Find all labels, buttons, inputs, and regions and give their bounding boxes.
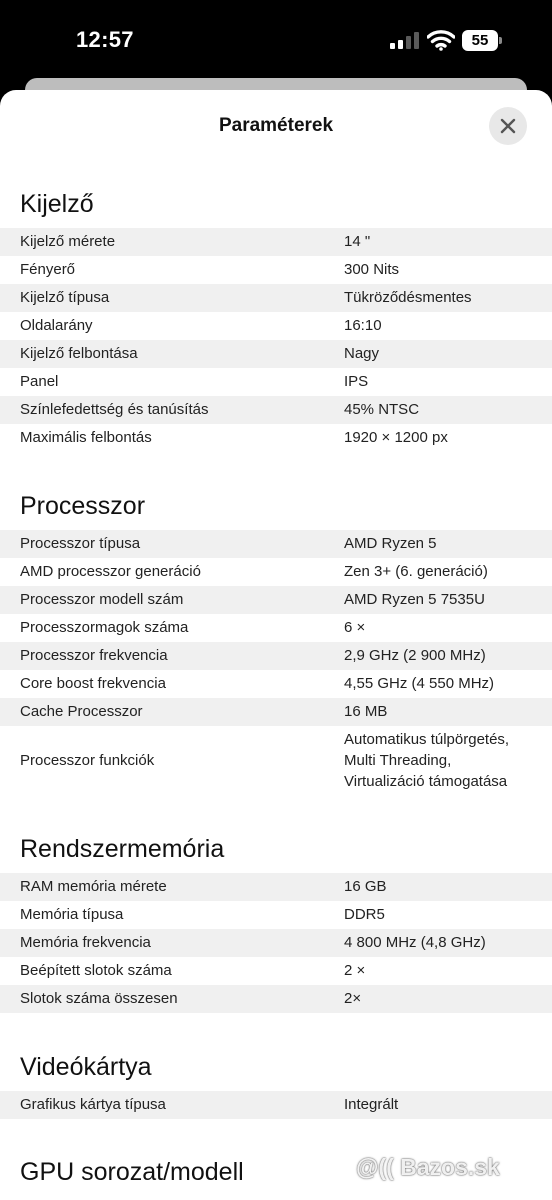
row-value: Integrált (344, 1096, 399, 1113)
table-row: Processzor frekvencia 2,9 GHz (2 900 MHz) (0, 642, 552, 670)
table-row: Beépített slotok száma 2 × (0, 957, 552, 985)
sheet-title: Paraméterek (218, 115, 334, 136)
status-bar: 12:57 55 (0, 0, 552, 80)
row-label: Kijelző mérete (20, 233, 116, 250)
cellular-signal-icon (390, 32, 420, 49)
row-value: AMD Ryzen 5 (344, 535, 437, 552)
parameters-sheet: Paraméterek Kijelző Kijelző mérete 14 " F… (0, 90, 552, 1200)
row-value: 16 GB (344, 878, 387, 895)
row-label: Processzor modell szám (20, 591, 184, 608)
wifi-icon (426, 29, 456, 51)
table-row: Maximális felbontás 1920 × 1200 px (0, 424, 552, 452)
row-label: Slotok száma összesen (20, 990, 178, 1007)
row-value: 2× (344, 990, 362, 1007)
row-label: Cache Processzor (20, 703, 143, 720)
table-row: Fényerő 300 Nits (0, 256, 552, 284)
row-label: AMD processzor generáció (20, 563, 201, 580)
row-label: Core boost frekvencia (20, 675, 166, 692)
table-row: AMD processzor generáció Zen 3+ (6. gener… (0, 558, 552, 586)
row-label: Processzormagok száma (20, 619, 189, 636)
row-label: Kijelző típusa (20, 289, 110, 306)
row-value: 1920 × 1200 px (344, 429, 448, 446)
row-label: Processzor típusa (20, 535, 141, 552)
row-value: 16:10 (344, 317, 382, 334)
close-icon (500, 118, 516, 134)
row-value: 45% NTSC (344, 401, 420, 418)
table-row: Panel IPS (0, 368, 552, 396)
row-label: Maximális felbontás (20, 429, 152, 446)
row-value-line: Multi Threading, (344, 752, 452, 769)
row-value: 4,55 GHz (4 550 MHz) (344, 675, 495, 692)
close-button[interactable] (489, 107, 527, 145)
row-value-line: Automatikus túlpörgetés, (344, 731, 510, 748)
table-row: Kijelző mérete 14 " (0, 228, 552, 256)
row-label: Kijelző felbontása (20, 345, 138, 362)
row-label: RAM memória mérete (20, 878, 167, 895)
row-value: Nagy (344, 345, 380, 362)
row-label: Beépített slotok száma (20, 962, 172, 979)
table-row: Memória típusa DDR5 (0, 901, 552, 929)
table-row: Cache Processzor 16 MB (0, 698, 552, 726)
row-value: 4 800 MHz (4,8 GHz) (344, 934, 486, 951)
row-value: 16 MB (344, 703, 388, 720)
section-title: GPU sorozat/modell (20, 1158, 244, 1186)
section-title: Rendszermemória (20, 835, 225, 863)
table-row: RAM memória mérete 16 GB (0, 873, 552, 901)
table-row: Slotok száma összesen 2× (0, 985, 552, 1013)
section-title: Kijelző (20, 190, 94, 218)
section-title: Videókártya (20, 1053, 152, 1081)
bazos-watermark: @(( Bazos.sk (356, 1154, 500, 1180)
status-time: 12:57 (76, 27, 134, 52)
row-label: Színlefedettség és tanúsítás (20, 401, 209, 418)
table-row: Oldalarány 16:10 (0, 312, 552, 340)
table-row: Kijelző típusa Tükröződésmentes (0, 284, 552, 312)
row-value: 14 " (344, 233, 371, 250)
row-value: IPS (344, 373, 369, 390)
table-row: Grafikus kártya típusa Integrált (0, 1091, 552, 1119)
table-row: Memória frekvencia 4 800 MHz (4,8 GHz) (0, 929, 552, 957)
row-label: Memória típusa (20, 906, 124, 923)
row-label: Oldalarány (20, 317, 93, 334)
row-label: Processzor funkciók (20, 752, 155, 769)
battery-level: 55 (462, 30, 498, 51)
table-row: Processzor funkciók Automatikus túlpörge… (0, 726, 552, 796)
table-row: Processzor modell szám AMD Ryzen 5 7535U (0, 586, 552, 614)
row-value: 6 × (344, 619, 366, 636)
row-label: Memória frekvencia (20, 934, 151, 951)
row-label: Panel (20, 373, 59, 390)
section-title: Processzor (20, 492, 146, 520)
row-value: 2,9 GHz (2 900 MHz) (344, 647, 486, 664)
table-row: Core boost frekvencia 4,55 GHz (4 550 MHz… (0, 670, 552, 698)
row-value: 300 Nits (344, 261, 400, 278)
row-label: Processzor frekvencia (20, 647, 168, 664)
row-value-line: Virtualizáció támogatása (344, 773, 508, 790)
table-row: Processzormagok száma 6 × (0, 614, 552, 642)
table-row: Processzor típusa AMD Ryzen 5 (0, 530, 552, 558)
row-value: Zen 3+ (6. generáció) (344, 563, 488, 580)
row-value: Tükröződésmentes (344, 289, 472, 306)
row-value: AMD Ryzen 5 7535U (344, 591, 485, 608)
row-value-multiline: Automatikus túlpörgetés, Multi Threading… (344, 729, 509, 792)
row-value: DDR5 (344, 906, 385, 923)
table-row: Kijelző felbontása Nagy (0, 340, 552, 368)
row-label: Fényerő (20, 261, 76, 278)
row-value: 2 × (344, 962, 366, 979)
battery-icon: 55 (462, 30, 502, 51)
row-label: Grafikus kártya típusa (20, 1096, 166, 1113)
table-row: Színlefedettség és tanúsítás 45% NTSC (0, 396, 552, 424)
